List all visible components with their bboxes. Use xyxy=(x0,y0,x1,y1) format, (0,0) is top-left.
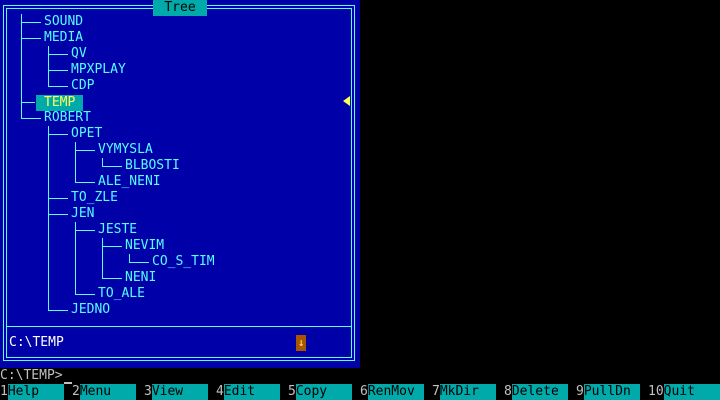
tree-line xyxy=(48,70,68,71)
tree-line xyxy=(75,294,95,295)
function-key-bar: 1Help 2Menu 3View 4Edit 5Copy 6RenMov 7M… xyxy=(0,384,720,400)
tree-line xyxy=(21,102,35,103)
tree-panel: Tree SOUND MEDIA QV MPXPLAY CDP TEMP ROB… xyxy=(0,0,360,368)
tree-line xyxy=(75,142,76,183)
tree-line xyxy=(48,126,49,311)
fkey-copy[interactable]: 5Copy xyxy=(288,384,352,400)
scroll-down-indicator-icon[interactable]: ↓ xyxy=(296,335,306,351)
tree-node-blbosti[interactable]: BLBOSTI xyxy=(125,158,180,174)
tree-line xyxy=(48,198,68,199)
tree-node-opet[interactable]: OPET xyxy=(71,126,102,142)
tree-line xyxy=(75,150,95,151)
directory-tree: SOUND MEDIA QV MPXPLAY CDP TEMP ROBERT O… xyxy=(0,0,360,326)
fkey-mkdir[interactable]: 7MkDir xyxy=(432,384,496,400)
prompt-text: C:\TEMP> xyxy=(0,368,63,383)
tree-node-to-zle[interactable]: TO_ZLE xyxy=(71,190,118,206)
current-path: C:\TEMP xyxy=(9,335,64,350)
tree-line xyxy=(48,54,68,55)
tree-node-co-s-tim[interactable]: CO_S_TIM xyxy=(152,254,215,270)
fkey-view[interactable]: 3View xyxy=(144,384,208,400)
tree-node-vymysla[interactable]: VYMYSLA xyxy=(98,142,153,158)
tree-line xyxy=(21,14,22,119)
tree-node-media[interactable]: MEDIA xyxy=(44,30,83,46)
tree-node-mpxplay[interactable]: MPXPLAY xyxy=(71,62,126,78)
tree-line xyxy=(102,238,103,279)
tree-line xyxy=(48,134,68,135)
tree-line xyxy=(21,38,41,39)
tree-line xyxy=(75,222,76,295)
tree-line xyxy=(48,46,49,87)
fkey-menu[interactable]: 2Menu xyxy=(72,384,136,400)
tree-line xyxy=(102,246,122,247)
fkey-quit[interactable]: 10Quit xyxy=(648,384,720,400)
tree-node-to-ale[interactable]: TO_ALE xyxy=(98,286,145,302)
tree-node-robert[interactable]: ROBERT xyxy=(44,110,91,126)
tree-line xyxy=(48,86,68,87)
fkey-delete[interactable]: 8Delete xyxy=(504,384,568,400)
tree-line xyxy=(102,166,122,167)
tree-node-ale-neni[interactable]: ALE_NENI xyxy=(98,174,161,190)
tree-line xyxy=(75,182,95,183)
tree-line xyxy=(129,262,149,263)
tree-line xyxy=(48,310,68,311)
tree-line xyxy=(102,278,122,279)
tree-node-qv[interactable]: QV xyxy=(71,46,87,62)
command-prompt[interactable]: C:\TEMP> xyxy=(0,368,72,384)
tree-line xyxy=(48,214,68,215)
fkey-help[interactable]: 1Help xyxy=(0,384,64,400)
panel-separator xyxy=(6,326,352,327)
fkey-edit[interactable]: 4Edit xyxy=(216,384,280,400)
tree-node-sound[interactable]: SOUND xyxy=(44,14,83,30)
tree-node-jen[interactable]: JEN xyxy=(71,206,94,222)
tree-line xyxy=(21,22,41,23)
selection-pointer-icon xyxy=(343,96,350,106)
tree-node-nevim[interactable]: NEVIM xyxy=(125,238,164,254)
tree-node-jeste[interactable]: JESTE xyxy=(98,222,137,238)
tree-node-neni[interactable]: NENI xyxy=(125,270,156,286)
tree-line xyxy=(75,230,95,231)
tree-node-cdp[interactable]: CDP xyxy=(71,78,94,94)
fkey-pulldn[interactable]: 9PullDn xyxy=(576,384,640,400)
tree-node-temp-selected[interactable]: TEMP xyxy=(36,95,84,111)
tree-line xyxy=(21,118,41,119)
tree-node-jedno[interactable]: JEDNO xyxy=(71,302,110,318)
fkey-renmov[interactable]: 6RenMov xyxy=(360,384,424,400)
